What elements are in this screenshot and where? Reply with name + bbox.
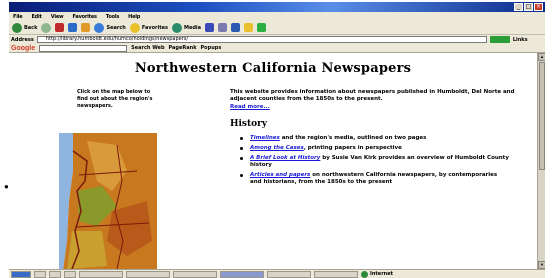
site-description: This website provides information about …	[230, 89, 515, 102]
address-bar: Address http://library.humboldt.edu/humc…	[9, 35, 545, 44]
address-field[interactable]: http://library.humboldt.edu/humco/holdin…	[36, 36, 487, 43]
media-button[interactable]: Media	[171, 22, 201, 33]
home-icon[interactable]	[81, 23, 91, 32]
list-item: Articles and papers on northwestern Cali…	[240, 172, 510, 186]
mail-icon[interactable]	[218, 23, 228, 32]
google-toolbar: Google Search Web PageRank Popups	[9, 44, 545, 53]
quicklaunch-icon[interactable]	[64, 270, 76, 278]
list-item-text: and the region's media, outlined on two …	[279, 135, 427, 141]
read-more-link[interactable]: Read more...	[230, 104, 530, 111]
standard-toolbar: Back Search Favorites Media	[9, 21, 545, 35]
page-content: Northwestern California Newspapers Click…	[9, 53, 537, 269]
forward-arrow-icon	[41, 22, 52, 33]
taskbar-item[interactable]	[267, 270, 311, 278]
forward-button[interactable]	[41, 22, 52, 33]
county-area[interactable]	[67, 231, 107, 269]
taskbar-item-active[interactable]	[220, 270, 264, 278]
menu-tools[interactable]: Tools	[106, 14, 120, 20]
bullet-icon	[240, 147, 243, 150]
menu-help[interactable]: Help	[128, 14, 140, 20]
menu-file[interactable]: File	[13, 14, 23, 20]
globe-icon	[361, 270, 368, 278]
taskbar-item[interactable]	[79, 270, 123, 278]
menu-bar: File Edit View Favorites Tools Help	[9, 12, 545, 21]
menu-edit[interactable]: Edit	[31, 14, 42, 20]
scroll-thumb[interactable]	[539, 62, 545, 170]
go-button[interactable]	[489, 36, 510, 43]
bullet-icon	[240, 137, 243, 140]
list-item: A Brief Look at History by Susie Van Kir…	[240, 155, 510, 169]
start-button[interactable]	[11, 270, 31, 278]
taskbar-item[interactable]	[126, 270, 170, 278]
menu-view[interactable]: View	[51, 14, 64, 20]
refresh-icon[interactable]	[68, 23, 78, 32]
popups-button[interactable]: Popups	[201, 45, 222, 51]
quicklaunch-icon[interactable]	[34, 270, 46, 278]
back-arrow-icon	[12, 22, 22, 33]
brief-look-link[interactable]: A Brief Look at History	[250, 155, 320, 161]
list-item: Timelines and the region's media, outlin…	[240, 135, 510, 142]
among-the-cases-link[interactable]: Among the Cases	[250, 145, 304, 151]
back-button[interactable]: Back	[12, 22, 37, 33]
page-title: Northwestern California Newspapers	[134, 61, 412, 76]
close-button[interactable]: ×	[534, 3, 543, 11]
scroll-down-arrow-icon[interactable]: ▼	[538, 261, 545, 269]
pagerank-button[interactable]: PageRank	[169, 45, 197, 51]
region-map[interactable]	[57, 131, 157, 269]
address-url: http://library.humboldt.edu/humco/holdin…	[45, 36, 189, 42]
google-search-input[interactable]	[39, 44, 128, 52]
zone-indicator: Internet	[361, 270, 393, 278]
bullet-icon	[240, 157, 243, 160]
minimize-button[interactable]: _	[514, 3, 523, 11]
history-list: Timelines and the region's media, outlin…	[230, 135, 530, 186]
map-instructions: Click on the map below to find out about…	[77, 89, 153, 109]
screen-bezel	[0, 0, 8, 278]
main-column: This website provides information about …	[230, 89, 530, 189]
edit-icon[interactable]	[244, 23, 254, 32]
list-item: Among the Cases, printing papers in pers…	[240, 145, 510, 152]
history-heading: History	[230, 119, 268, 129]
star-icon	[129, 22, 140, 33]
links-button[interactable]: Links	[513, 37, 528, 43]
search-icon	[94, 22, 105, 33]
browser-window: _ □ × File Edit View Favorites Tools Hel…	[9, 2, 545, 278]
media-icon	[171, 22, 182, 33]
google-logo[interactable]: Google	[11, 45, 35, 52]
quicklaunch-icon[interactable]	[49, 270, 61, 278]
messenger-icon[interactable]	[257, 23, 267, 32]
search-button[interactable]: Search	[94, 22, 126, 33]
articles-link[interactable]: Articles and papers	[250, 172, 310, 178]
menu-favorites[interactable]: Favorites	[72, 14, 97, 20]
title-bar[interactable]: _ □ ×	[9, 2, 545, 12]
list-item-text: , printing papers in perspective	[303, 145, 402, 151]
taskbar-item[interactable]	[314, 270, 358, 278]
history-icon[interactable]	[205, 23, 215, 32]
search-web-button[interactable]: Search Web	[131, 45, 164, 51]
bullet-icon	[240, 174, 243, 177]
print-icon[interactable]	[231, 23, 241, 32]
status-bar: Internet	[9, 269, 545, 278]
maximize-button[interactable]: □	[524, 3, 533, 11]
stop-icon[interactable]	[55, 23, 65, 32]
timelines-link[interactable]: Timelines	[250, 135, 280, 141]
address-label: Address	[11, 36, 34, 43]
taskbar-item[interactable]	[173, 270, 217, 278]
vertical-scrollbar[interactable]: ▲ ▼	[537, 53, 545, 269]
favorites-button[interactable]: Favorites	[129, 22, 168, 33]
scroll-up-arrow-icon[interactable]: ▲	[538, 53, 545, 61]
